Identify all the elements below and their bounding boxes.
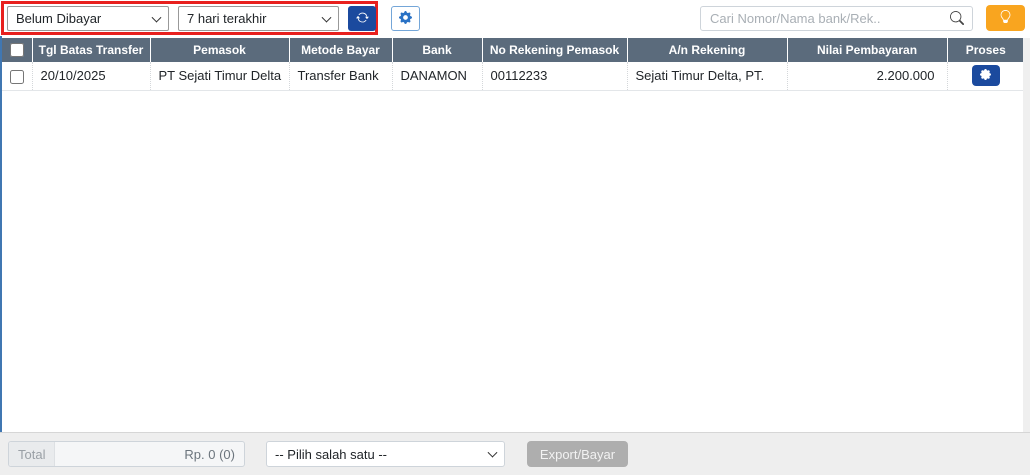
col-an-rekening: A/n Rekening [627,38,787,62]
cell-bank: DANAMON [392,62,482,90]
process-button[interactable] [972,65,1000,86]
status-filter-select[interactable]: Belum Dibayar [7,6,169,31]
cell-pemasok: PT Sejati Timur Delta [150,62,289,90]
row-checkbox[interactable] [10,70,24,84]
row-checkbox-cell [2,62,32,90]
lightbulb-icon [999,10,1012,26]
cell-an-rekening: Sejati Timur Delta, PT. [627,62,787,90]
total-label: Total [9,442,55,466]
tips-button[interactable] [986,5,1025,31]
total-group: Total Rp. 0 (0) [8,441,245,467]
payment-table-area: Tgl Batas Transfer Pemasok Metode Bayar … [0,36,1030,432]
toolbar: Belum Dibayar 7 hari terakhir [0,0,1030,38]
col-nilai-pembayaran: Nilai Pembayaran [787,38,947,62]
gear-icon [399,11,412,27]
footer-bar: Total Rp. 0 (0) -- Pilih salah satu -- E… [0,432,1030,475]
cell-proses [947,62,1024,90]
search-input[interactable] [700,6,973,31]
period-filter-select[interactable]: 7 hari terakhir [178,6,339,31]
col-tgl-batas-transfer: Tgl Batas Transfer [32,38,150,62]
payment-table: Tgl Batas Transfer Pemasok Metode Bayar … [2,38,1024,91]
refresh-icon [356,11,369,27]
action-select-wrap: -- Pilih salah satu -- [266,441,505,467]
action-select[interactable]: -- Pilih salah satu -- [266,441,505,467]
col-no-rekening-pemasok: No Rekening Pemasok [482,38,627,62]
vertical-scrollbar[interactable] [1023,38,1030,432]
process-gear-icon [980,68,991,83]
col-proses: Proses [947,38,1024,62]
table-row: 20/10/2025 PT Sejati Timur Delta Transfe… [2,62,1024,90]
total-value: Rp. 0 (0) [55,447,244,462]
export-pay-button[interactable]: Export/Bayar [527,441,628,467]
cell-tgl-batas-transfer: 20/10/2025 [32,62,150,90]
cell-no-rekening-pemasok: 00112233 [482,62,627,90]
refresh-button[interactable] [348,6,376,31]
col-metode-bayar: Metode Bayar [289,38,392,62]
search-box [700,6,973,31]
cell-metode-bayar: Transfer Bank [289,62,392,90]
period-filter-wrap: 7 hari terakhir [178,6,339,31]
status-filter-wrap: Belum Dibayar [7,6,169,31]
col-pemasok: Pemasok [150,38,289,62]
table-header-row: Tgl Batas Transfer Pemasok Metode Bayar … [2,38,1024,62]
settings-button[interactable] [391,6,420,31]
col-bank: Bank [392,38,482,62]
cell-nilai-pembayaran: 2.200.000 [787,62,947,90]
select-all-cell [2,38,32,62]
select-all-checkbox[interactable] [10,43,24,57]
